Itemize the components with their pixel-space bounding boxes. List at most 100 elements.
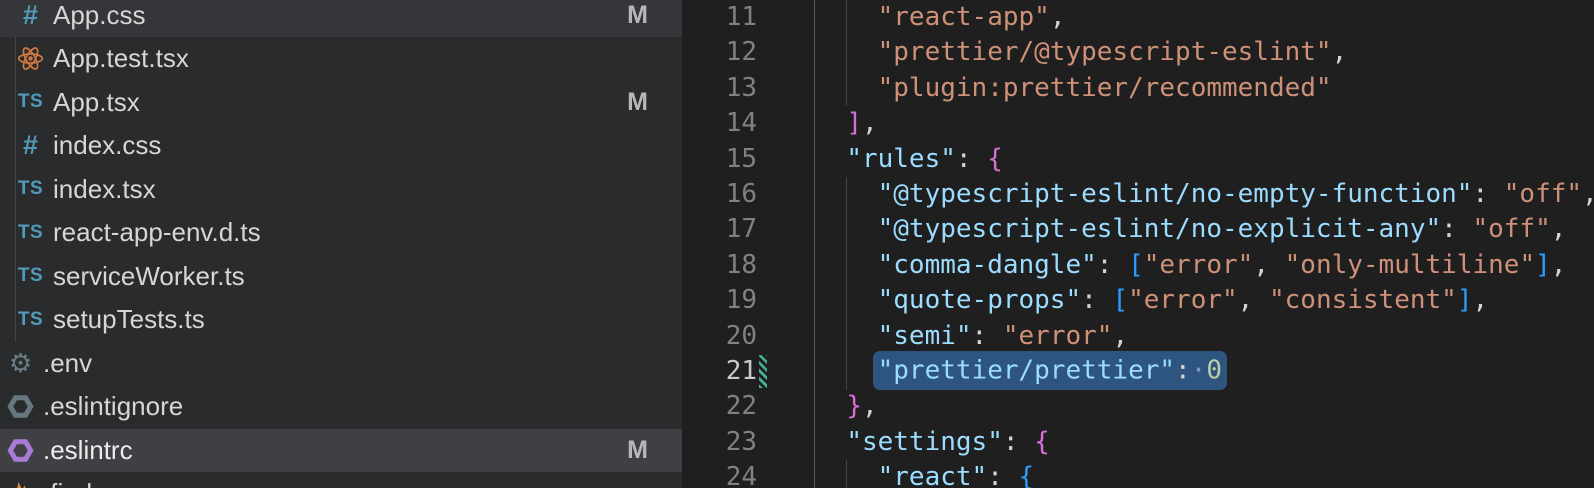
file-row-index-css[interactable]: #index.css [0,124,682,168]
gear-icon: ⚙ [7,348,34,378]
token-indent [815,427,846,457]
line-number[interactable]: 14 [682,106,757,141]
line-number[interactable]: 18 [682,248,757,283]
code-text: "prettier/@typescript-eslint", [815,35,1347,70]
file-label: index.tsx [53,174,156,205]
code-line-19[interactable]: 19 "quote-props": ["error", "consistent"… [682,283,1594,318]
line-number[interactable]: 15 [682,142,757,177]
token-s: "error" [1144,250,1254,280]
code-text: "prettier/prettier":·0 [815,354,1222,389]
token-k: "settings" [846,427,1003,457]
css-icon: # [17,0,44,30]
line-number[interactable]: 13 [682,71,757,106]
file-row-app-test-tsx[interactable]: App.test.tsx [0,37,682,81]
code-line-13[interactable]: 13 "plugin:prettier/recommended" [682,71,1594,106]
file-label: .eslintignore [43,391,183,422]
file-row-app-tsx[interactable]: TSApp.tsxM [0,81,682,125]
line-number[interactable]: 16 [682,177,757,212]
file-row-setuptests-ts[interactable]: TS setupTests.ts [0,298,682,342]
code-line-22[interactable]: 22 }, [682,389,1594,424]
code-text: }, [815,389,878,424]
token-indent [815,214,878,244]
git-modified-badge: M [627,436,648,465]
line-number[interactable]: 24 [682,460,757,488]
code-line-11[interactable]: 11 "react-app", [682,0,1594,35]
token-s: "prettier/@typescript-eslint" [878,37,1332,67]
token-k: "@typescript-eslint/no-explicit-any" [878,214,1442,244]
line-number[interactable]: 17 [682,212,757,247]
token-b2: ] [1535,250,1551,280]
line-number[interactable]: 12 [682,35,757,70]
code-text: "comma-dangle": ["error", "only-multilin… [815,248,1566,283]
code-line-20[interactable]: 20 "semi": "error", [682,319,1594,354]
token-b1: ] [846,108,862,138]
line-number[interactable]: 21 [682,354,757,389]
line-number[interactable]: 22 [682,389,757,424]
firebase-icon [7,479,34,488]
typescript-icon: TS [17,218,44,248]
file-row-index-tsx[interactable]: TSindex.tsx [0,168,682,212]
token-b1: { [1034,427,1050,457]
git-modified-badge: M [627,88,648,117]
code-text: "semi": "error", [815,319,1128,354]
eslint-icon [7,392,34,422]
code-line-16[interactable]: 16 "@typescript-eslint/no-empty-function… [682,177,1594,212]
code-text: "react": { [815,460,1034,488]
code-line-24[interactable]: 24 "react": { [682,460,1594,488]
file-row-eslintignore[interactable]: .eslintignore [0,385,682,429]
token-p: : [1003,427,1034,457]
file-label: .eslintrc [43,435,133,466]
css-icon: # [17,131,44,161]
file-label: App.tsx [53,87,140,118]
line-number[interactable]: 23 [682,425,757,460]
token-k: "semi" [878,321,972,351]
file-row-serviceworker-ts[interactable]: TSserviceWorker.ts [0,255,682,299]
token-indent [815,462,878,488]
token-indent [815,250,878,280]
file-label: .firebaserc [43,478,164,488]
typescript-icon: TS [17,305,44,335]
file-label: .env [43,348,92,379]
code-line-23[interactable]: 23 "settings": { [682,425,1594,460]
line-number[interactable]: 11 [682,0,757,35]
file-label: react-app-env.d.ts [53,217,261,248]
file-row-eslintrc[interactable]: .eslintrc M [0,429,682,473]
file-label: serviceWorker.ts [53,261,245,292]
vscode-window: #App.cssM App.test.tsx TS App.tsx M #index.cs… [0,0,1594,488]
code-lines: 11 "react-app",12 "prettier/@typescript-… [682,0,1594,488]
code-line-17[interactable]: 17 "@typescript-eslint/no-explicit-any":… [682,212,1594,247]
file-row-env[interactable]: ⚙ .env [0,342,682,386]
token-p: : [987,462,1018,488]
token-k: "@typescript-eslint/no-empty-function" [878,179,1473,209]
code-line-15[interactable]: 15 "rules": { [682,142,1594,177]
token-indent [815,285,878,315]
code-text: "settings": { [815,425,1050,460]
token-indent [815,179,878,209]
git-modified-badge: M [627,1,648,30]
token-p: : [1472,179,1503,209]
token-indent [815,391,846,421]
selection-highlight: "prettier/prettier":·0 [873,351,1227,390]
code-text: "plugin:prettier/recommended" [815,71,1332,106]
token-indent [815,108,846,138]
file-explorer: #App.cssM App.test.tsx TS App.tsx M #index.cs… [0,0,682,488]
code-line-18[interactable]: 18 "comma-dangle": ["error", "only-multi… [682,248,1594,283]
line-number[interactable]: 20 [682,319,757,354]
file-row-firebaserc[interactable]: .firebaserc [0,472,682,488]
token-k: "comma-dangle" [878,250,1097,280]
code-line-21[interactable]: 21 "prettier/prettier":·0 [682,354,1594,389]
token-p: : [1175,356,1191,386]
code-line-12[interactable]: 12 "prettier/@typescript-eslint", [682,35,1594,70]
file-row-app-css[interactable]: #App.cssM [0,0,682,37]
token-p: : [956,144,987,174]
token-p: , [1050,2,1066,32]
file-label: App.test.tsx [53,43,189,74]
token-indent [815,37,878,67]
file-row-react-app-env-d-ts[interactable]: TS react-app-env.d.ts [0,211,682,255]
token-p: , [862,108,878,138]
code-line-14[interactable]: 14 ], [682,106,1594,141]
token-p: , [1332,37,1348,67]
file-label: setupTests.ts [53,304,205,335]
token-k: "prettier/prettier" [878,356,1175,386]
line-number[interactable]: 19 [682,283,757,318]
